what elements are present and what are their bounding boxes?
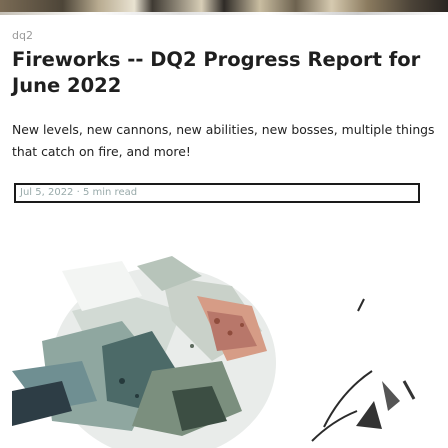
post-tag[interactable]: dq2 [12, 29, 33, 42]
banner-art-strip [0, 0, 448, 12]
post-date: Jul 5, 2022 [20, 187, 74, 198]
header-banner-image [0, 0, 448, 20]
meta-separator: · [76, 187, 80, 198]
post-summary: New levels, new cannons, new abilities, … [12, 122, 435, 159]
game-art-illustration [12, 256, 276, 448]
banner-art-edge [0, 12, 448, 15]
post-meta: Jul 5, 2022 · 5 min read [14, 183, 420, 203]
post-read-time: 5 min read [82, 187, 138, 198]
hero-image [12, 256, 416, 448]
post-title[interactable]: Fireworks -- DQ2 Progress Report for Jun… [12, 47, 432, 99]
